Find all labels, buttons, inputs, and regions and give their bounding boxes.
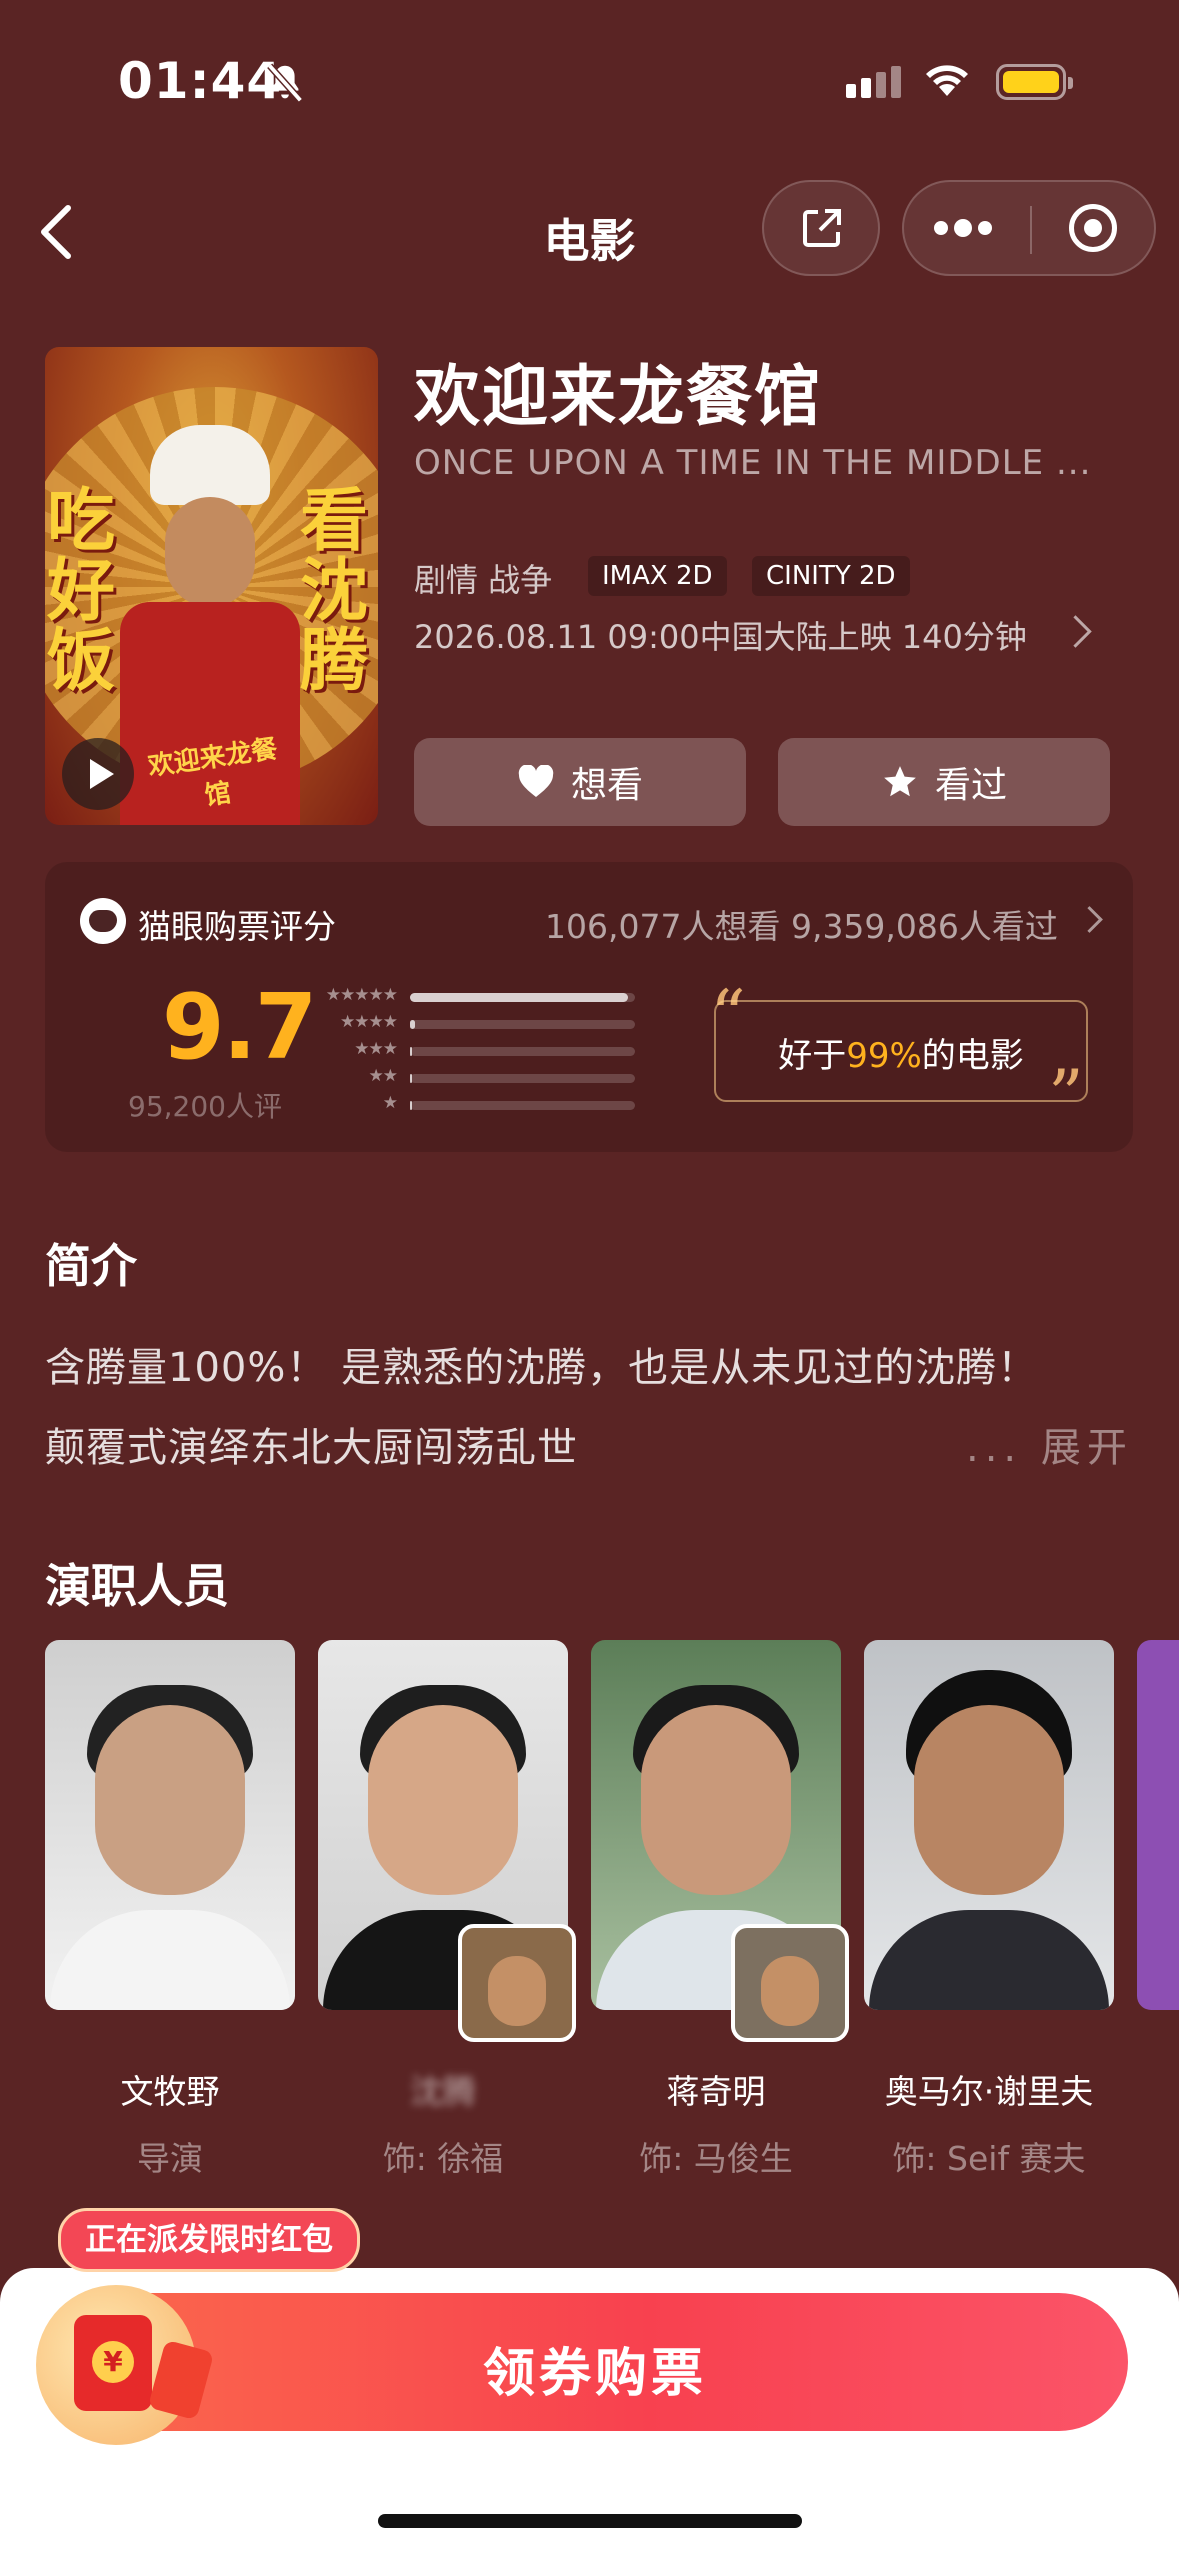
rating-bar-fill bbox=[410, 1101, 413, 1110]
cast-role: 饰: Seif 赛夫 bbox=[892, 2139, 1086, 2178]
cast-role: 导演 bbox=[137, 2139, 203, 2178]
close-miniapp-icon[interactable] bbox=[1069, 204, 1117, 252]
seen-label: 看过 bbox=[934, 765, 1007, 806]
intro-text: 含腾量100%！ 是熟悉的沈腾，也是从未见过的沈腾！ bbox=[45, 1345, 1039, 1391]
share-icon bbox=[803, 209, 841, 247]
better-suffix: 的电影 bbox=[921, 1036, 1024, 1076]
wifi-icon bbox=[926, 65, 968, 96]
audience-counts: 106,077人想看 9,359,086人看过 bbox=[545, 907, 1058, 946]
buy-ticket-button[interactable]: 领券购票 bbox=[62, 2293, 1128, 2431]
promo-badge[interactable]: 正在派发限时红包 bbox=[58, 2208, 360, 2272]
rating-bar bbox=[410, 993, 635, 1002]
cellular-signal-icon bbox=[846, 66, 906, 98]
movie-english-title: ONCE UPON A TIME IN THE MIDDLE ... bbox=[414, 443, 1092, 483]
heart-icon bbox=[518, 765, 554, 797]
poster-text-left: 吃好饭 bbox=[47, 482, 116, 701]
rating-bar-fill bbox=[410, 1020, 415, 1029]
expand-link[interactable]: ... 展开 bbox=[966, 1415, 1133, 1473]
star-icon bbox=[884, 766, 916, 797]
format-tag: IMAX 2D bbox=[588, 556, 727, 596]
rating-bar bbox=[410, 1020, 635, 1029]
cast-photo[interactable] bbox=[864, 1640, 1114, 2010]
cast-role: 饰: 徐福 bbox=[382, 2139, 504, 2178]
seen-button[interactable]: 看过 bbox=[778, 738, 1110, 826]
role-thumbnail bbox=[731, 1924, 849, 2042]
rating-label: 猫眼购票评分 bbox=[138, 907, 336, 946]
cast-name: 沈腾 bbox=[410, 2072, 476, 2111]
star-level-label: ★ bbox=[382, 1093, 398, 1113]
play-trailer-icon[interactable] bbox=[62, 738, 134, 810]
more-options-icon[interactable] bbox=[934, 219, 998, 239]
cast-role: 饰: 马俊生 bbox=[639, 2139, 793, 2178]
quote-close-icon: ” bbox=[1048, 1055, 1084, 1137]
status-time: 01:44 bbox=[118, 52, 283, 110]
rating-bar bbox=[410, 1101, 635, 1110]
cast-photo[interactable] bbox=[1137, 1640, 1179, 2010]
cast-name: 文牧野 bbox=[120, 2072, 220, 2111]
rating-score: 9.7 bbox=[162, 975, 317, 1080]
maoyan-cat-icon bbox=[80, 898, 126, 944]
cast-name: 奥马尔·谢里夫 bbox=[884, 2072, 1094, 2111]
cast-photo[interactable] bbox=[45, 1640, 295, 2010]
chevron-right-icon[interactable] bbox=[1059, 615, 1092, 648]
movie-genres: 剧情 战争 bbox=[414, 561, 553, 599]
want-to-see-label: 想看 bbox=[570, 765, 643, 806]
better-than-box: 好于99%的电影 bbox=[714, 1000, 1088, 1102]
rating-bar bbox=[410, 1074, 635, 1083]
cast-heading: 演职人员 bbox=[45, 1559, 229, 1613]
release-info[interactable]: 2026.08.11 09:00中国大陆上映 140分钟 bbox=[414, 612, 1027, 658]
rating-bar bbox=[410, 1047, 635, 1056]
star-level-label: ★★ bbox=[368, 1066, 398, 1086]
battery-icon bbox=[996, 64, 1073, 100]
want-to-see-button[interactable]: 想看 bbox=[414, 738, 746, 826]
cast-name: 蒋奇明 bbox=[666, 2072, 766, 2111]
rating-bar-fill bbox=[410, 993, 629, 1002]
intro-heading: 简介 bbox=[45, 1239, 137, 1293]
rating-bar-fill bbox=[410, 1047, 413, 1056]
miniapp-capsule bbox=[902, 180, 1156, 276]
format-tag: CINITY 2D bbox=[752, 556, 910, 596]
better-percent: 99% bbox=[846, 1036, 922, 1076]
star-level-label: ★★★★ bbox=[340, 1012, 398, 1032]
intro-text: 颠覆式演绎东北大厨闯荡乱世 bbox=[45, 1425, 578, 1471]
rating-count: 95,200人评 bbox=[128, 1090, 282, 1123]
home-indicator bbox=[378, 2514, 802, 2528]
star-level-label: ★★★★★ bbox=[325, 985, 398, 1005]
red-envelope-icon[interactable]: ¥ bbox=[36, 2285, 215, 2445]
bell-muted-icon bbox=[267, 63, 303, 103]
role-thumbnail bbox=[458, 1924, 576, 2042]
rating-bar-fill bbox=[410, 1074, 413, 1083]
buy-ticket-label: 领券购票 bbox=[482, 2344, 707, 2404]
better-prefix: 好于 bbox=[778, 1036, 847, 1076]
share-button[interactable] bbox=[762, 180, 880, 276]
star-level-label: ★★★ bbox=[354, 1039, 398, 1059]
yen-symbol: ¥ bbox=[92, 2341, 134, 2383]
movie-title: 欢迎来龙餐馆 bbox=[414, 358, 822, 435]
poster-text-right: 看沈腾 bbox=[300, 482, 369, 701]
